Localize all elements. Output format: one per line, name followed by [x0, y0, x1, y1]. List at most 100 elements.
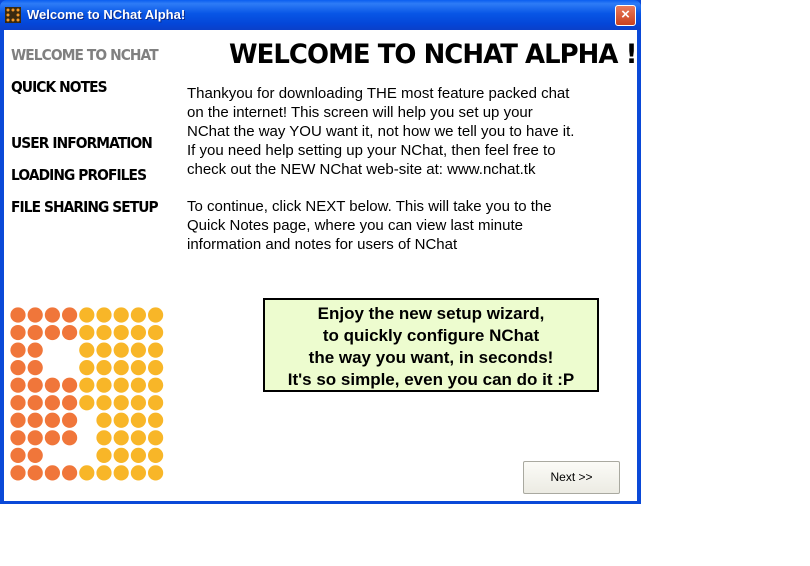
logo-dot	[27, 465, 43, 481]
callout-line: the way you want, in seconds!	[308, 348, 554, 367]
logo-dot	[44, 377, 61, 393]
logo-dot	[79, 465, 95, 481]
logo-dot	[148, 342, 164, 358]
logo-dot	[96, 377, 112, 393]
logo-dot	[148, 307, 164, 323]
logo-dot	[44, 430, 61, 446]
logo-dot	[130, 465, 146, 481]
nchat-logo-dots	[10, 307, 164, 481]
logo-dot	[10, 430, 26, 446]
callout-line: Enjoy the new setup wizard,	[317, 304, 545, 323]
next-button[interactable]: Next >>	[523, 461, 620, 494]
nchat-app-icon	[5, 7, 21, 23]
logo-dot	[10, 395, 26, 411]
logo-dot	[130, 342, 146, 358]
window-title: Welcome to NChat Alpha!	[27, 7, 186, 22]
logo-dot	[62, 324, 78, 341]
logo-dot	[44, 465, 61, 481]
logo-dot	[27, 377, 43, 393]
logo-dot	[130, 412, 146, 428]
intro-line: If you need help setting up your NChat, …	[187, 142, 556, 159]
logo-dot	[62, 307, 78, 323]
close-button[interactable]: ×	[615, 5, 636, 26]
logo-dot	[113, 412, 129, 428]
logo-dot	[44, 395, 61, 411]
app-window: Welcome to NChat Alpha! × WELCOME TO NCH…	[0, 0, 641, 504]
logo-dot	[148, 465, 164, 481]
logo-dot	[96, 447, 112, 463]
logo-dot	[96, 342, 112, 358]
logo-dot	[27, 307, 43, 323]
logo-dot	[44, 324, 61, 341]
logo-dot	[79, 395, 95, 411]
logo-dot	[27, 324, 43, 341]
info-callout-box: Enjoy the new setup wizard, to quickly c…	[263, 298, 599, 392]
logo-dot	[62, 412, 78, 428]
logo-dot	[96, 395, 112, 411]
logo-dot	[10, 377, 26, 393]
logo-dot	[130, 430, 146, 446]
logo-dot	[96, 412, 112, 428]
logo-dot	[148, 395, 164, 411]
logo-dot	[130, 447, 146, 463]
logo-dot	[10, 324, 26, 341]
continue-line: Quick Notes page, where you can view las…	[187, 217, 523, 234]
wizard-client-area: WELCOME TO NCHAT QUICK NOTES USER INFORM…	[4, 30, 637, 501]
title-bar[interactable]: Welcome to NChat Alpha! ×	[0, 0, 641, 30]
logo-dot	[44, 412, 61, 428]
nav-item-welcome[interactable]: WELCOME TO NCHAT	[11, 46, 159, 64]
logo-dot	[148, 377, 164, 393]
logo-dot	[148, 360, 164, 376]
logo-dot	[130, 307, 146, 323]
intro-line: check out the NEW NChat web-site at: www…	[187, 161, 536, 178]
logo-dot	[130, 377, 146, 393]
logo-dot	[96, 430, 112, 446]
logo-dot	[148, 324, 164, 341]
logo-dot	[113, 430, 129, 446]
logo-dot	[27, 430, 43, 446]
logo-dot	[96, 360, 112, 376]
logo-dot	[27, 342, 43, 358]
logo-dot	[62, 465, 78, 481]
nav-item-loading-profiles[interactable]: LOADING PROFILES	[11, 166, 147, 184]
logo-dot	[113, 342, 129, 358]
continue-line: To continue, click NEXT below. This will…	[187, 198, 552, 215]
logo-dot	[130, 395, 146, 411]
logo-dot	[10, 412, 26, 428]
logo-dot	[27, 447, 43, 463]
page-title: WELCOME TO NCHAT ALPHA !	[229, 39, 637, 70]
callout-line: to quickly configure NChat	[322, 326, 540, 345]
logo-dot	[27, 360, 43, 376]
logo-dot	[130, 324, 146, 341]
logo-dot	[10, 465, 26, 481]
logo-dot	[79, 307, 95, 323]
nav-item-user-information[interactable]: USER INFORMATION	[11, 134, 153, 152]
logo-dot	[148, 412, 164, 428]
logo-dot	[130, 360, 146, 376]
logo-dot	[10, 447, 26, 463]
logo-dot	[96, 465, 112, 481]
logo-dot	[79, 324, 95, 341]
intro-line: NChat the way YOU want it, not how we te…	[187, 123, 575, 140]
logo-dot	[62, 395, 78, 411]
nav-item-file-sharing-setup[interactable]: FILE SHARING SETUP	[11, 198, 159, 216]
logo-dot	[113, 447, 129, 463]
logo-dot	[10, 360, 26, 376]
logo-dot	[148, 430, 164, 446]
continue-line: information and notes for users of NChat	[187, 236, 458, 253]
callout-line: It's so simple, even you can do it :P	[287, 370, 575, 389]
nav-item-quick-notes[interactable]: QUICK NOTES	[11, 78, 108, 96]
logo-dot	[113, 395, 129, 411]
logo-dot	[113, 307, 129, 323]
continue-paragraph: To continue, click NEXT below. This will…	[187, 197, 632, 254]
logo-dot	[62, 430, 78, 446]
logo-dot	[113, 360, 129, 376]
intro-paragraph: Thankyou for downloading THE most featur…	[187, 84, 632, 179]
intro-line: Thankyou for downloading THE most featur…	[187, 85, 570, 102]
logo-dot	[62, 377, 78, 393]
intro-line: on the internet! This screen will help y…	[187, 104, 533, 121]
logo-dot	[96, 324, 112, 341]
logo-dot	[79, 342, 95, 358]
logo-dot	[27, 395, 43, 411]
logo-dot	[10, 342, 26, 358]
